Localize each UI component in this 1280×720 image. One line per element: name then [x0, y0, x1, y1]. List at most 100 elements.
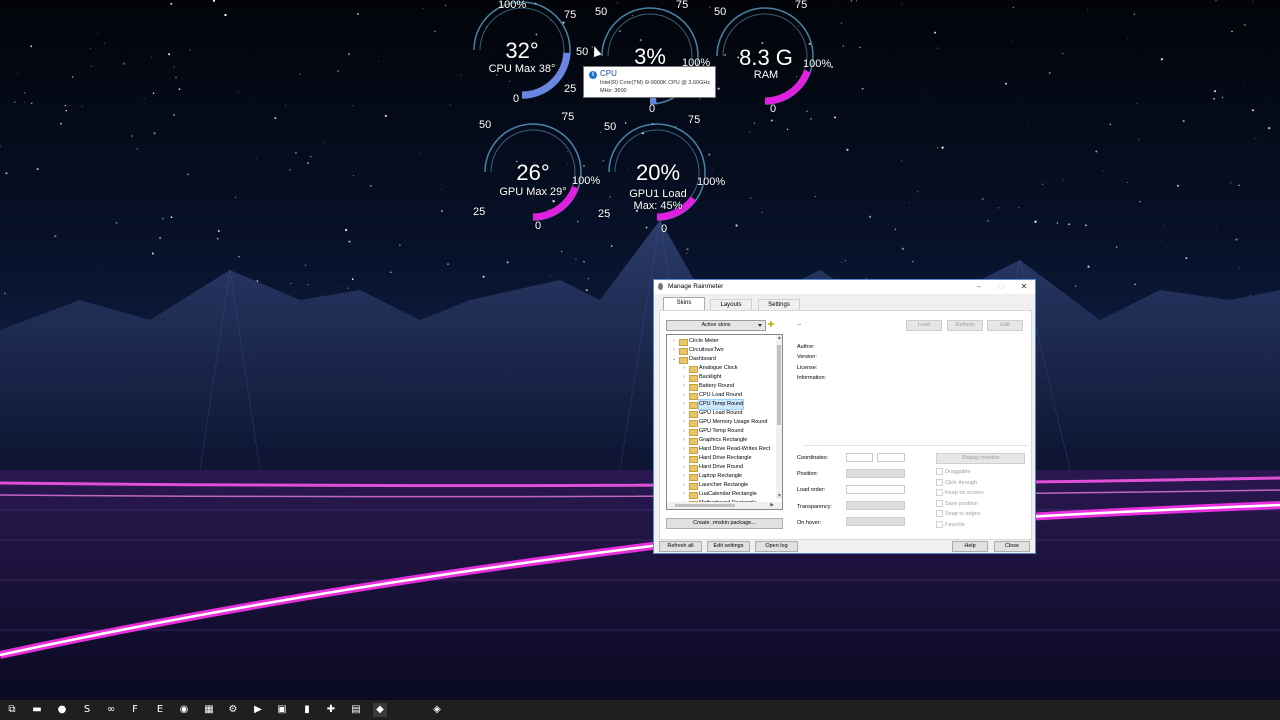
close-window-button[interactable]: ✕	[1013, 280, 1035, 294]
tab-skins[interactable]: Skins	[663, 297, 705, 310]
scroll-right-icon[interactable]: ▶	[770, 502, 774, 508]
folder-icon	[689, 366, 698, 373]
favorite-checkbox[interactable]	[936, 521, 943, 528]
arduino-icon[interactable]: ∞	[104, 703, 118, 717]
coordinates-label: Coordinates:	[797, 455, 829, 461]
tree-item[interactable]: › Hard Drive Read-Writes Rect	[667, 445, 775, 454]
edit-settings-button[interactable]: Edit settings	[707, 541, 750, 552]
tree-item[interactable]: › GPU Load Round	[667, 409, 775, 418]
app-cross-icon[interactable]: ✚	[324, 703, 338, 717]
app-e-icon[interactable]: E	[153, 703, 167, 717]
click-through-checkbox[interactable]	[936, 479, 943, 486]
app-grid-icon[interactable]: ▤	[349, 703, 363, 717]
on-hover-select[interactable]	[846, 517, 905, 526]
app-paint-icon[interactable]: ◈	[430, 703, 444, 717]
tooltip-title: CPU	[600, 69, 617, 78]
maximize-button[interactable]: □	[990, 280, 1012, 294]
tree-item[interactable]: › Laptop Rectangle	[667, 472, 775, 481]
close-button[interactable]: Close	[994, 541, 1030, 552]
task-view-icon[interactable]: ⧉	[5, 703, 19, 717]
expand-chevron-icon[interactable]: ›	[681, 382, 687, 391]
expand-chevron-icon[interactable]: ›	[681, 472, 687, 481]
display-monitor-button[interactable]: Display monitor	[936, 453, 1025, 464]
tree-item[interactable]: › Launcher Rectangle	[667, 481, 775, 490]
app-f-icon[interactable]: F	[128, 703, 142, 717]
create-rmskin-button[interactable]: Create .rmskin package...	[666, 518, 783, 529]
tree-horizontal-scrollbar[interactable]: ▶	[667, 502, 782, 509]
save-position-checkbox[interactable]	[936, 500, 943, 507]
tree-item[interactable]: ⌄ Dashboard	[667, 355, 775, 364]
app-bars-icon[interactable]: ▮	[300, 703, 314, 717]
expand-chevron-icon[interactable]: ›	[671, 337, 677, 346]
expand-chevron-icon[interactable]: ›	[671, 346, 677, 355]
expand-chevron-icon[interactable]: ›	[681, 454, 687, 463]
expand-chevron-icon[interactable]: ›	[681, 409, 687, 418]
app-play-icon[interactable]: ▶	[251, 703, 265, 717]
expand-chevron-icon[interactable]: ›	[681, 373, 687, 382]
tree-item[interactable]: › Circle Meter	[667, 337, 775, 346]
gpu-load-tick-75: 75	[688, 114, 701, 126]
expand-chevron-icon[interactable]: ›	[681, 481, 687, 490]
tree-item[interactable]: › LuaCalendar Rectangle	[667, 490, 775, 499]
tree-item[interactable]: › Hard Drive Rectangle	[667, 454, 775, 463]
ram-gauge[interactable]: 50 75 100% 0 8.3 G RAM	[690, 0, 840, 130]
app-box-icon[interactable]: ▣	[275, 703, 289, 717]
steam-icon[interactable]: ◉	[177, 703, 191, 717]
position-select[interactable]	[846, 469, 905, 478]
tree-horizontal-thumb[interactable]	[675, 504, 735, 507]
load-order-field[interactable]	[846, 485, 905, 494]
tree-item[interactable]: › Battery Round	[667, 382, 775, 391]
tree-item[interactable]: › GPU Memory Usage Round	[667, 418, 775, 427]
chrome-icon[interactable]: ●	[55, 703, 69, 717]
tab-settings[interactable]: Settings	[758, 299, 800, 310]
tree-item[interactable]: › GPU Temp Round	[667, 427, 775, 436]
coordinate-y-field[interactable]	[877, 453, 905, 462]
tree-item[interactable]: › Graphics Rectangle	[667, 436, 775, 445]
tab-layouts[interactable]: Layouts	[710, 299, 752, 310]
expand-chevron-icon[interactable]: ›	[681, 445, 687, 454]
load-button[interactable]: Load	[906, 320, 942, 331]
tree-item[interactable]: › Backlight	[667, 373, 775, 382]
expand-chevron-icon[interactable]: ›	[681, 463, 687, 472]
file-explorer-icon[interactable]: ▬	[30, 703, 44, 717]
refresh-all-button[interactable]: Refresh all	[659, 541, 702, 552]
collapse-chevron-icon[interactable]: ⌄	[671, 355, 677, 364]
calculator-icon[interactable]: ▦	[202, 703, 216, 717]
expand-chevron-icon[interactable]: ›	[681, 490, 687, 499]
manage-rainmeter-window[interactable]: Manage Rainmeter – □ ✕ Skins Layouts Set…	[653, 279, 1036, 554]
tree-vertical-thumb[interactable]	[777, 345, 781, 425]
expand-chevron-icon[interactable]: ›	[681, 391, 687, 400]
open-log-button[interactable]: Open log	[755, 541, 798, 552]
add-skin-icon[interactable]: ✚	[766, 320, 776, 330]
edit-button[interactable]: Edit	[987, 320, 1023, 331]
transparency-select[interactable]	[846, 501, 905, 510]
keep-on-screen-checkbox[interactable]	[936, 489, 943, 496]
tree-item[interactable]: › CPU Temp Round	[667, 399, 775, 410]
coordinate-x-field[interactable]	[846, 453, 873, 462]
gpu-load-gauge[interactable]: 50 75 100% 25 0 20% GPU1 Load Max: 45%	[587, 112, 737, 242]
desktop: 100% 75 50 25 0 32° CPU Max 38° 50 75 10…	[0, 0, 1280, 700]
expand-chevron-icon[interactable]: ›	[681, 400, 687, 409]
expand-chevron-icon[interactable]: ›	[681, 364, 687, 373]
tree-item[interactable]: › Hard Drive Round	[667, 463, 775, 472]
active-skins-dropdown[interactable]: Active skins	[666, 320, 766, 331]
expand-chevron-icon[interactable]: ›	[681, 418, 687, 427]
app-s-icon[interactable]: S	[80, 703, 94, 717]
title-bar[interactable]: Manage Rainmeter – □ ✕	[654, 280, 1035, 294]
scroll-up-icon[interactable]: ▲	[777, 335, 782, 341]
app-cog-icon[interactable]: ⚙	[226, 703, 240, 717]
draggable-checkbox[interactable]	[936, 468, 943, 475]
snap-to-edges-checkbox[interactable]	[936, 510, 943, 517]
expand-chevron-icon[interactable]: ›	[681, 427, 687, 436]
expand-chevron-icon[interactable]: ›	[681, 436, 687, 445]
help-button[interactable]: Help	[952, 541, 988, 552]
skins-tree[interactable]: › Circle Meter › CircuitousTwo ⌄ Dashboard › An…	[666, 334, 783, 510]
scroll-down-icon[interactable]: ▼	[777, 493, 782, 499]
tree-vertical-scrollbar[interactable]: ▲ ▼	[776, 335, 782, 499]
rainmeter-icon[interactable]: ◆	[373, 703, 387, 717]
refresh-button[interactable]: Refresh	[947, 320, 983, 331]
tree-item[interactable]: › CircuitousTwo	[667, 346, 775, 355]
tree-item[interactable]: › Analogue Clock	[667, 364, 775, 373]
minimize-button[interactable]: –	[968, 280, 990, 294]
tree-item[interactable]: › CPU Load Round	[667, 391, 775, 400]
